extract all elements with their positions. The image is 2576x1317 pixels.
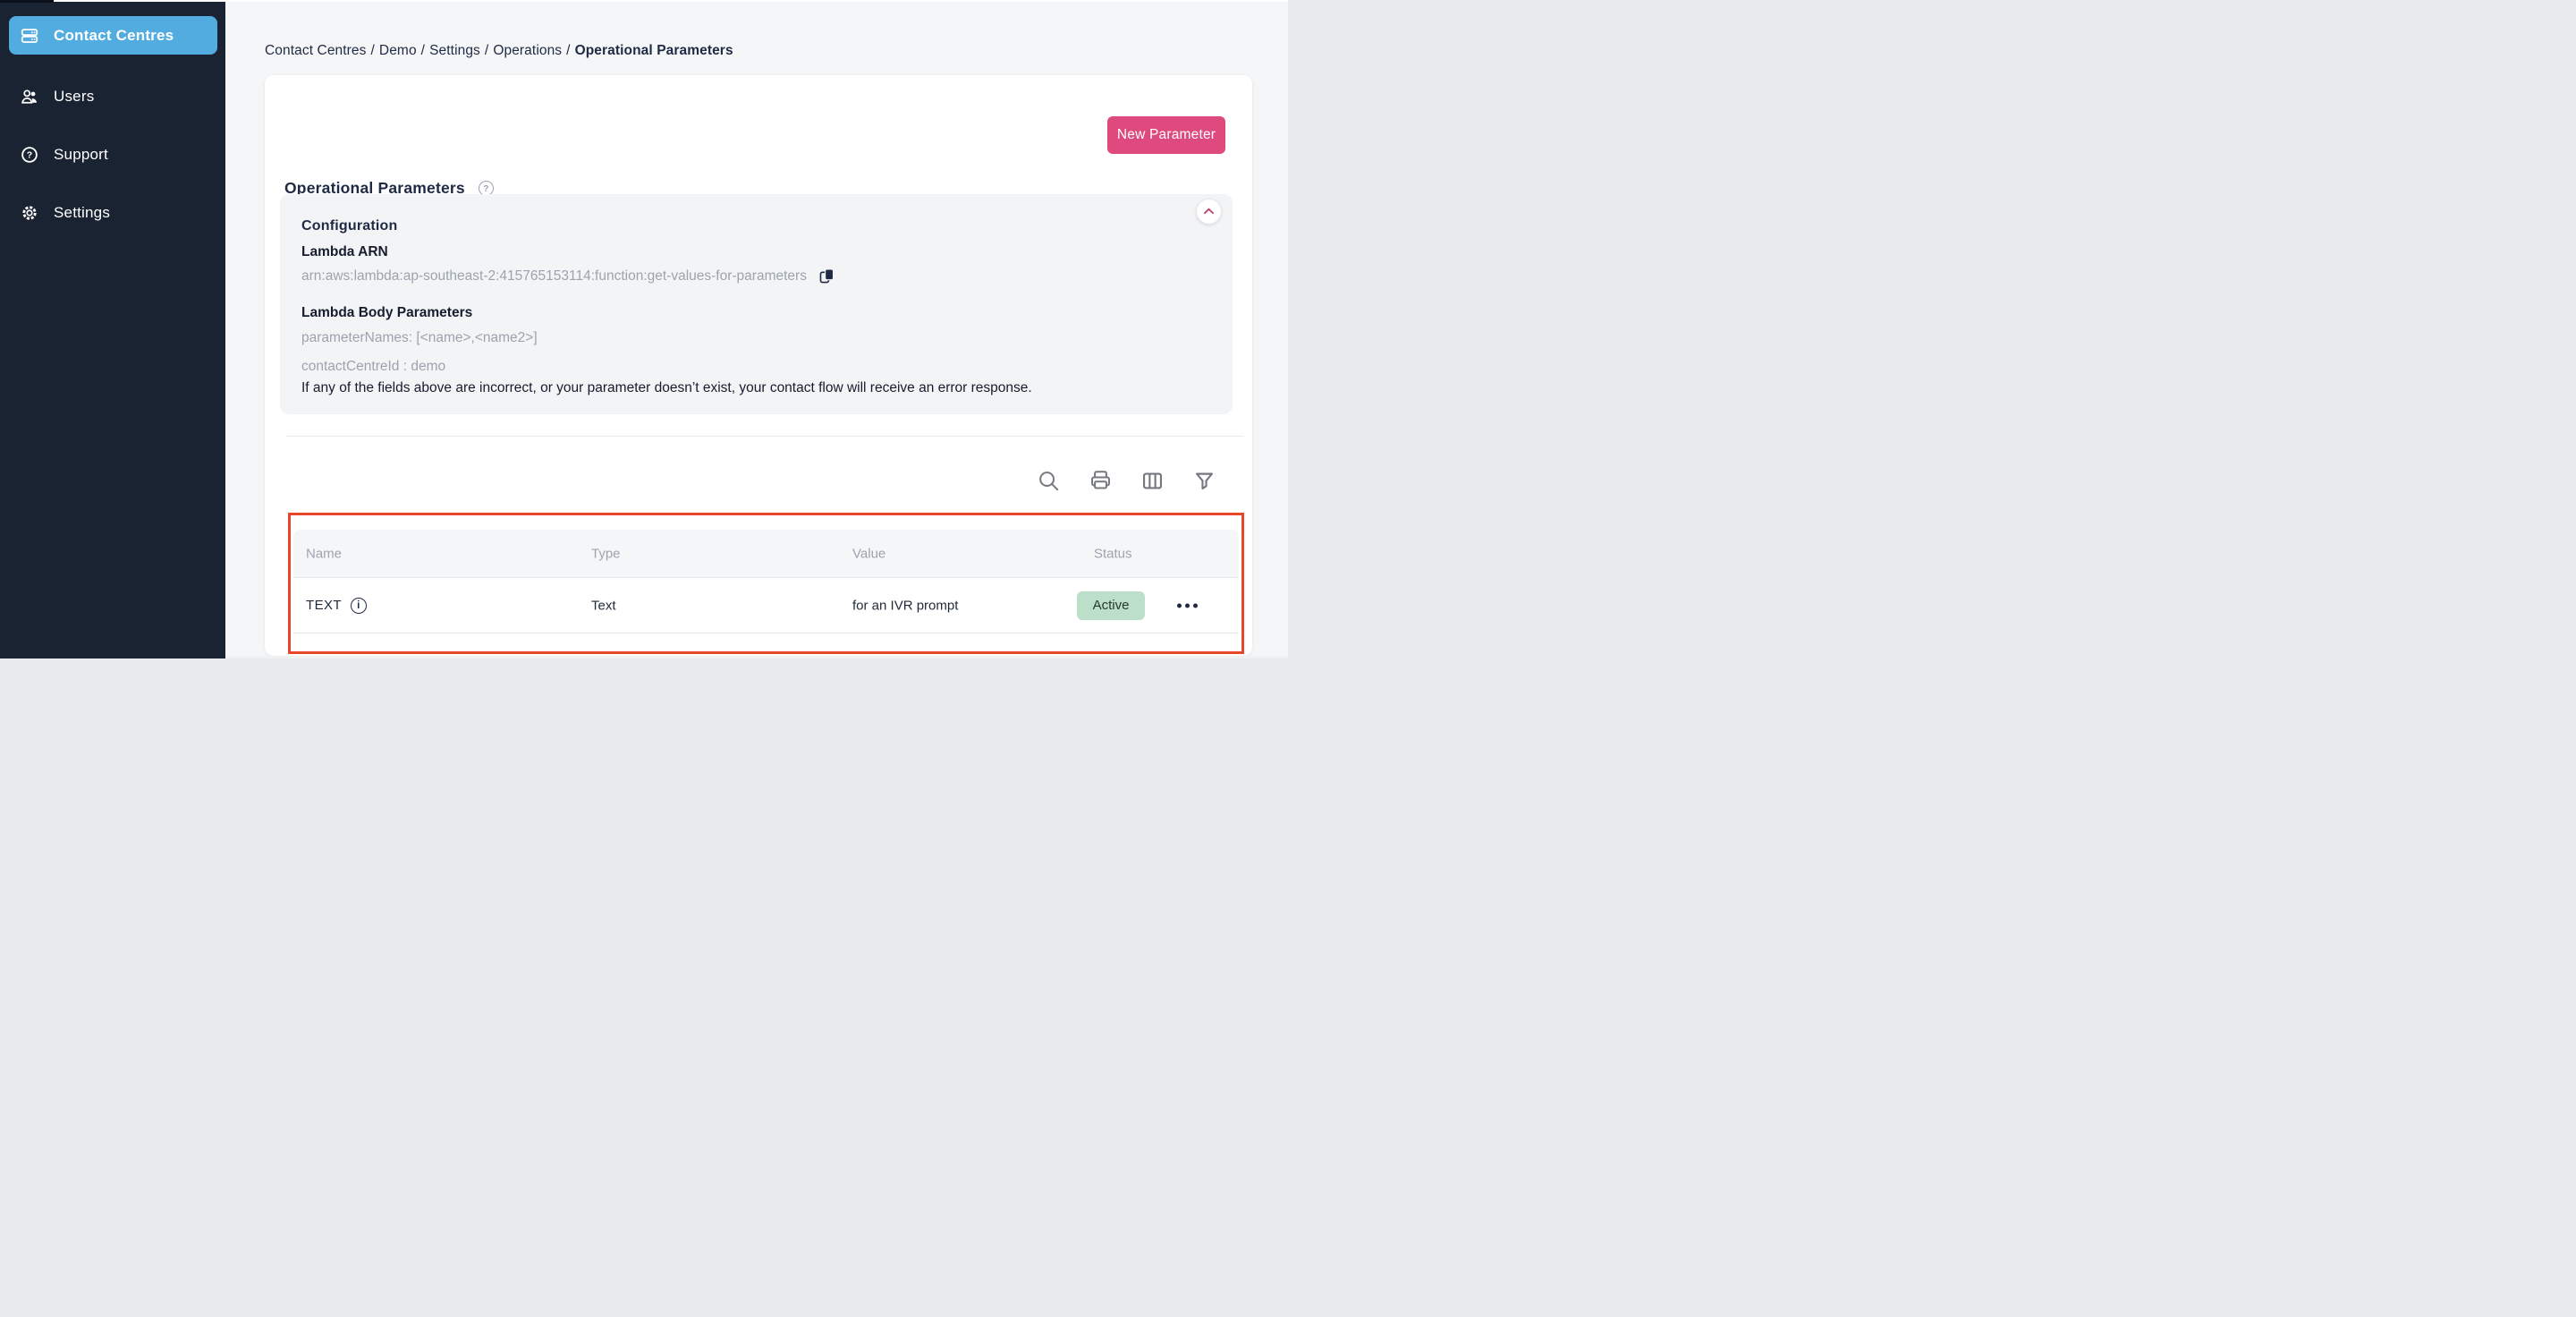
breadcrumb-segment[interactable]: Contact Centres	[265, 43, 367, 58]
breadcrumb: Contact Centres / Demo / Settings / Operations…	[265, 43, 733, 59]
help-circle-icon: ?	[20, 145, 39, 165]
sidebar-item-label: Settings	[54, 204, 111, 221]
lambda-arn-label: Lambda ARN	[301, 244, 388, 259]
print-button[interactable]	[1089, 469, 1113, 493]
parameters-table-highlight: Name Type Value Status TEXT i Text for a…	[288, 513, 1244, 654]
svg-text:?: ?	[27, 150, 33, 161]
row-actions-button[interactable]	[1175, 598, 1199, 613]
printer-icon	[1089, 471, 1113, 496]
sidebar-item-users[interactable]: Users	[9, 79, 217, 115]
breadcrumb-current: Operational Parameters	[574, 43, 733, 58]
configuration-title: Configuration	[301, 218, 398, 234]
sidebar: Contact Centres Users ? Support Settings	[0, 0, 225, 658]
table-row[interactable]: TEXT i Text for an IVR prompt Active	[293, 578, 1239, 633]
ellipsis-icon	[1185, 603, 1190, 608]
configuration-panel: Configuration Lambda ARN arn:aws:lambda:…	[280, 194, 1233, 414]
server-icon	[20, 26, 39, 46]
breadcrumb-separator: /	[420, 43, 426, 58]
sidebar-item-label: Support	[54, 146, 108, 163]
parameter-name: TEXT	[306, 598, 342, 613]
lambda-body-label: Lambda Body Parameters	[301, 305, 473, 320]
table-header-row: Name Type Value Status	[293, 530, 1239, 578]
configuration-warning: If any of the fields above are incorrect…	[301, 380, 1032, 395]
column-header-status: Status	[1094, 546, 1132, 561]
column-header-type: Type	[591, 546, 621, 561]
ellipsis-icon	[1177, 603, 1182, 608]
sidebar-item-label: Users	[54, 88, 95, 105]
chevron-up-icon	[1201, 204, 1216, 219]
gear-icon	[20, 203, 39, 223]
breadcrumb-segment[interactable]: Settings	[429, 43, 480, 58]
column-header-value: Value	[852, 546, 886, 561]
breadcrumb-segment[interactable]: Operations	[493, 43, 562, 58]
body-parameter-names: parameterNames: [<name>,<name2>]	[301, 330, 538, 345]
new-parameter-button[interactable]: New Parameter	[1107, 116, 1225, 154]
ellipsis-icon	[1193, 603, 1198, 608]
filter-icon	[1192, 472, 1216, 496]
breadcrumb-separator: /	[566, 43, 571, 58]
info-icon[interactable]: i	[350, 597, 367, 614]
window-top-edge-dark	[0, 0, 54, 3]
sidebar-item-settings[interactable]: Settings	[9, 195, 217, 231]
window-top-edge	[0, 0, 1288, 3]
parameter-type: Text	[591, 598, 616, 613]
breadcrumb-segment[interactable]: Demo	[379, 43, 417, 58]
parameter-value: for an IVR prompt	[852, 598, 959, 613]
sidebar-item-label: Contact Centres	[54, 26, 174, 44]
columns-button[interactable]	[1140, 469, 1165, 493]
search-icon	[1037, 472, 1061, 496]
sidebar-item-support[interactable]: ? Support	[9, 137, 217, 173]
sidebar-item-contact-centres[interactable]: Contact Centres	[9, 16, 217, 55]
status-badge: Active	[1077, 591, 1145, 620]
operational-parameters-card: Operational Parameters ? To use operatio…	[265, 75, 1252, 656]
app-window: Contact Centres Users ? Support Settings…	[0, 0, 1288, 658]
lambda-arn-value: arn:aws:lambda:ap-southeast-2:4157651531…	[301, 268, 807, 284]
columns-icon	[1140, 472, 1165, 496]
section-divider	[286, 436, 1244, 437]
breadcrumb-separator: /	[484, 43, 489, 58]
filter-button[interactable]	[1192, 469, 1216, 493]
column-header-name: Name	[306, 546, 343, 561]
collapse-configuration-button[interactable]	[1197, 200, 1221, 224]
users-icon	[20, 87, 39, 106]
breadcrumb-separator: /	[370, 43, 375, 58]
copy-icon[interactable]	[818, 268, 835, 285]
search-button[interactable]	[1037, 469, 1061, 493]
body-parameter-contact-centre-id: contactCentreId : demo	[301, 359, 446, 374]
table-toolbar	[1037, 469, 1216, 493]
